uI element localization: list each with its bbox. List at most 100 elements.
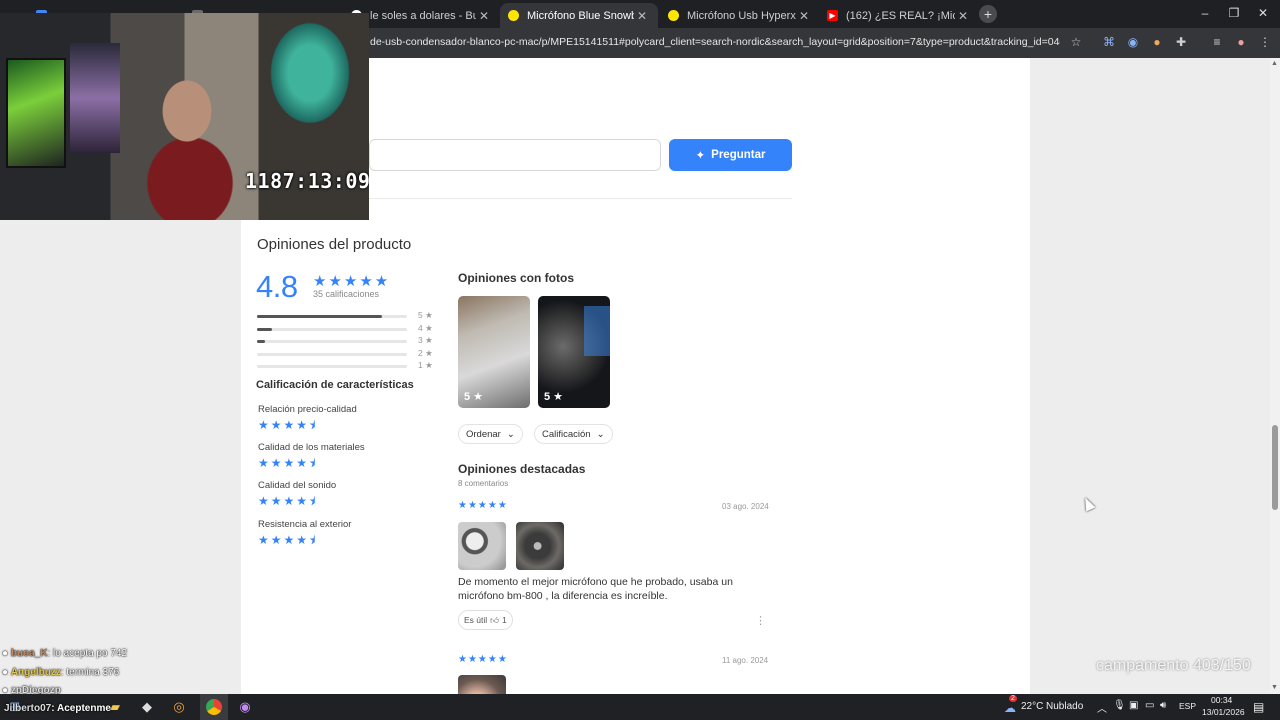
new-tab-button[interactable]: + <box>979 5 997 23</box>
chat-avatar-icon: ● <box>2 648 9 659</box>
translate-icon[interactable]: ⌘ <box>1102 35 1116 49</box>
browser-tab[interactable]: ▶ (162) ¿ES REAL? ¡Micróf ✕ <box>821 3 977 28</box>
notifications-icon[interactable]: ▤ <box>1253 700 1264 714</box>
distribution-bar-fill <box>257 340 265 344</box>
scrollbar[interactable] <box>1270 58 1280 694</box>
extension-icon[interactable]: ● <box>1150 35 1164 49</box>
photo-reviews-title: Opiniones con fotos <box>458 271 574 285</box>
filter-label: Calificación <box>542 428 591 440</box>
minimize-icon[interactable]: – <box>1195 6 1215 20</box>
close-tab-icon[interactable]: ✕ <box>796 9 812 23</box>
close-tab-icon[interactable]: ✕ <box>955 9 971 23</box>
tray-app-icon[interactable]: ▣ <box>1129 700 1138 711</box>
distribution-label: 3 ★ <box>418 335 433 346</box>
chrome-icon <box>206 699 222 715</box>
characteristic-stars: ★★★★⯨ <box>258 418 318 432</box>
rating-stars: ★★★★★ <box>313 273 391 290</box>
sparkle-icon: ✦ <box>695 150 706 162</box>
taskbar: ⊞ ▰ ◆ ◎ ◉ ☁ 2 22°C Nublado ︿ 🎙︎ ▣ ▭ 🔊︎ E… <box>0 694 1280 720</box>
characteristic-name: Relación precio-calidad <box>258 404 357 415</box>
microphone-icon[interactable]: 🎙︎ <box>1113 700 1126 711</box>
language-indicator[interactable]: ESP <box>1179 701 1196 711</box>
distribution-bar-fill <box>257 327 272 331</box>
browser-menu-icon[interactable]: ⋮ <box>1258 35 1272 49</box>
weather-temp[interactable]: 22°C <box>1021 701 1043 712</box>
webcam-overlay: 1187:13:09 <box>0 13 369 220</box>
sort-label: Ordenar <box>466 428 501 440</box>
useful-button[interactable]: Es útil 👍︎ 1 <box>458 610 513 630</box>
chat-message: ● buoa_K: lo acepta po 742 <box>2 648 127 659</box>
campamento-counter: campamento 403/150 <box>1096 657 1251 674</box>
close-tab-icon[interactable]: ✕ <box>634 9 650 23</box>
review-image[interactable] <box>458 522 506 570</box>
tab-title: Micrófono Blue Snowball Ice Ca <box>527 9 634 22</box>
chat-text: : lo acepta po <box>47 648 108 659</box>
review-stars: ★★★★★ <box>458 500 508 511</box>
photo-rating-badge: 5 ★ <box>464 391 484 403</box>
scroll-up-icon[interactable]: ▲ <box>1271 60 1278 67</box>
overwatch-icon[interactable]: ◎ <box>170 698 188 716</box>
ratings-count: 35 calificaciones <box>313 289 380 299</box>
review-photo[interactable]: 5 ★ <box>538 296 610 408</box>
chat-avatar-icon: ● <box>2 667 9 678</box>
sort-dropdown[interactable]: Ordenar ⌄ <box>458 424 523 444</box>
distribution-bar-fill <box>257 315 382 318</box>
review-image[interactable] <box>516 522 564 570</box>
chat-message: ● Angelbuzz: termina 376 <box>2 667 119 678</box>
tab-title: le soles a dolares - Buscar con <box>370 9 476 22</box>
review-text: De momento el mejor micrófono que he pro… <box>458 576 733 602</box>
tab-title: (162) ¿ES REAL? ¡Micróf <box>846 9 955 22</box>
featured-reviews-count: 8 comentarios <box>458 479 509 488</box>
browser-tab-active[interactable]: Micrófono Blue Snowball Ice Ca ✕ <box>500 3 658 28</box>
volume-icon[interactable]: 🔊︎ <box>1160 700 1166 711</box>
weather-desc[interactable]: Nublado <box>1046 701 1083 712</box>
mercadolibre-icon <box>668 10 679 21</box>
chrome-taskbar-button[interactable] <box>200 694 228 720</box>
bookmark-star-icon[interactable]: ☆ <box>1069 35 1083 49</box>
url-field[interactable]: de-usb-condensador-blanco-pc-mac/p/MPE15… <box>370 36 1060 48</box>
browser-tab[interactable]: Micrófono Usb Hyperx Quadca ✕ <box>662 3 818 28</box>
chat-username: Jilberto07 <box>4 703 52 714</box>
characteristic-name: Calidad de los materiales <box>258 442 365 453</box>
audio-icon[interactable]: ◉ <box>1126 35 1140 49</box>
weather-badge: 2 <box>1009 695 1017 702</box>
useful-label: Es útil <box>464 615 488 625</box>
more-options-icon[interactable]: ⋮ <box>755 614 766 627</box>
close-tab-icon[interactable]: ✕ <box>476 9 492 23</box>
profile-avatar[interactable]: ● <box>1234 35 1248 49</box>
characteristic-stars: ★★★★⯨ <box>258 494 318 508</box>
ask-button[interactable]: ✦ Preguntar <box>669 139 792 171</box>
distribution-bar <box>257 327 407 331</box>
chat-username: buoa_K <box>10 648 48 659</box>
characteristic-stars: ★★★★⯨ <box>258 533 318 547</box>
thumbs-up-icon: 👍︎ <box>490 614 500 625</box>
scrollbar-thumb[interactable] <box>1272 425 1278 510</box>
distribution-label: 1 ★ <box>418 360 433 371</box>
review-date: 03 ago. 2024 <box>722 502 769 511</box>
review-photo[interactable]: 5 ★ <box>458 296 530 408</box>
featured-reviews-title: Opiniones destacadas <box>458 462 586 476</box>
chevron-down-icon: ⌄ <box>596 428 605 440</box>
stream-timer: 1187:13:09 <box>245 169 369 193</box>
review-image[interactable] <box>458 675 506 694</box>
photo-rating-badge: 5 ★ <box>544 391 564 403</box>
clock-date[interactable]: 13/01/2026 <box>1202 707 1245 717</box>
network-icon[interactable]: ▭ <box>1145 700 1154 711</box>
extensions-puzzle-icon[interactable]: ✚ <box>1174 35 1188 49</box>
clock-time[interactable]: 00:34 <box>1211 695 1232 705</box>
tray-chevron-up-icon[interactable]: ︿ <box>1097 700 1107 715</box>
discord-icon[interactable]: ◉ <box>236 698 254 716</box>
webcam-background <box>6 58 66 168</box>
question-input[interactable] <box>369 139 661 171</box>
close-window-icon[interactable]: ✕ <box>1253 6 1273 20</box>
distribution-label: 2 ★ <box>418 347 433 358</box>
restore-icon[interactable]: ❐ <box>1224 6 1244 20</box>
useful-count: 1 <box>502 615 507 625</box>
page-margin <box>1030 58 1270 694</box>
chat-extra: 742 <box>110 648 128 659</box>
rating-filter-dropdown[interactable]: Calificación ⌄ <box>534 424 613 444</box>
media-control-icon[interactable]: ≡ <box>1210 35 1224 49</box>
scroll-down-icon[interactable]: ▼ <box>1271 684 1278 691</box>
distribution-bar <box>257 352 407 356</box>
app-icon[interactable]: ◆ <box>138 698 156 716</box>
